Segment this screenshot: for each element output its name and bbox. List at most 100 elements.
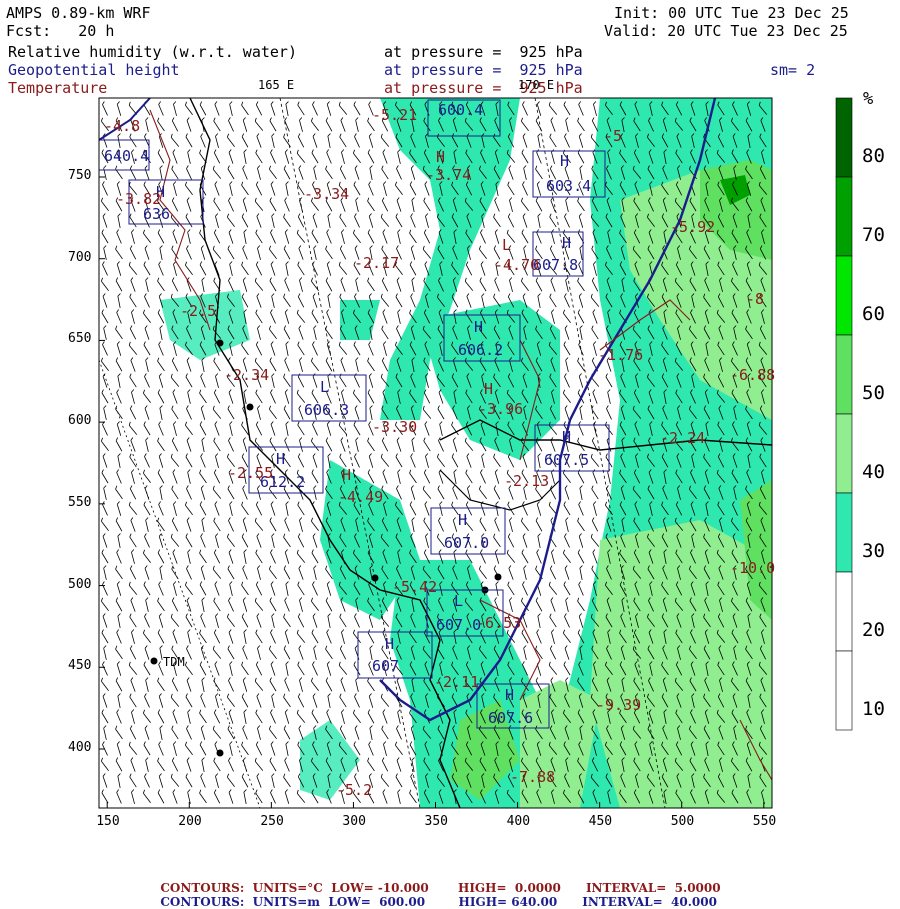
field-height-name: Geopotential height (8, 61, 180, 79)
temp-label: -2.11 (434, 673, 479, 691)
height-center-label: H (560, 152, 569, 170)
height-center-value: 607.0 (444, 534, 489, 552)
temp-label: -5.21 (372, 106, 417, 124)
temp-label: -1.76 (598, 346, 643, 364)
height-center-value: 607.8 (533, 256, 578, 274)
y-tick-label: 600 (68, 414, 91, 428)
temp-label: -3.82 (116, 190, 161, 208)
height-center-value: 606.2 (458, 341, 503, 359)
colorbar-unit: % (863, 90, 873, 108)
colorbar-segment (836, 256, 852, 335)
field-rh-name: Relative humidity (w.r.t. water) (8, 43, 297, 61)
temp-label: -9.39 (596, 696, 641, 714)
field-temp-name: Temperature (8, 79, 107, 97)
y-tick-label: 750 (68, 169, 91, 183)
colorbar-segment (836, 98, 852, 177)
x-tick-label: 300 (342, 815, 365, 829)
temp-label: H (342, 466, 351, 484)
x-tick-label: 450 (589, 815, 612, 829)
temp-label: -5.42 (392, 578, 437, 596)
temp-label: -10.0 (730, 559, 775, 577)
y-tick-label: 550 (68, 496, 91, 510)
y-tick-label: 400 (68, 741, 91, 755)
map-plot-area (99, 98, 772, 808)
colorbar-segment (836, 414, 852, 493)
temp-label: H (436, 148, 445, 166)
y-tick-label: 500 (68, 578, 91, 592)
x-tick-label: 350 (425, 815, 448, 829)
colorbar-label: 20 (862, 621, 885, 639)
y-tick-label: 450 (68, 659, 91, 673)
temp-label: -5.2 (336, 781, 372, 799)
station-label-tdm: TDM (163, 655, 185, 669)
temp-label: -4.8 (104, 117, 140, 135)
temp-label: -2.24 (660, 429, 705, 447)
temp-label: -4.70 (494, 256, 539, 274)
colorbar-segment (836, 493, 852, 572)
temp-label: -2.17 (354, 254, 399, 272)
colorbar-label: 30 (862, 542, 885, 560)
temp-label: H (484, 380, 493, 398)
height-center-label: H (474, 318, 483, 336)
temp-label: -5 (604, 127, 622, 145)
height-center-value: 640.4 (104, 147, 149, 165)
valid-time: Valid: 20 UTC Tue 23 Dec 25 (604, 22, 848, 40)
colorbar-label: 10 (862, 700, 885, 718)
height-center-value: 607.5 (544, 451, 589, 469)
temp-label: -7.88 (510, 768, 555, 786)
height-center-value: 607.6 (488, 709, 533, 727)
height-center-label: H (385, 635, 394, 653)
height-center-value: 607.0 (436, 616, 481, 634)
init-time: Init: 00 UTC Tue 23 Dec 25 (614, 4, 849, 22)
field-height-level: at pressure = 925 hPa (384, 61, 583, 79)
x-tick-label: 150 (96, 815, 119, 829)
height-center-label: L (454, 592, 463, 610)
colorbar-label: 80 (862, 147, 885, 165)
weather-map-svg (0, 0, 900, 900)
temp-label: -5.92 (670, 218, 715, 236)
colorbar-label: 40 (862, 463, 885, 481)
field-rh-level: at pressure = 925 hPa (384, 43, 583, 61)
temp-label: -6.53 (476, 614, 521, 632)
colorbar (836, 98, 852, 730)
colorbar-label: 70 (862, 226, 885, 244)
height-center-label: H (458, 511, 467, 529)
height-center-value: 606.3 (304, 401, 349, 419)
temp-label: -8 (746, 290, 764, 308)
temp-label: L (502, 236, 511, 254)
x-tick-label: 250 (260, 815, 283, 829)
temp-label: -2.34 (224, 366, 269, 384)
temp-label: -2.55 (228, 464, 273, 482)
colorbar-label: 50 (862, 384, 885, 402)
meridian-label-170e: 170 E (518, 78, 554, 92)
temp-label: -6.88 (730, 366, 775, 384)
x-tick-label: 400 (507, 815, 530, 829)
smoothing-label: sm= 2 (770, 61, 815, 79)
temp-label: -3.96 (478, 400, 523, 418)
temp-label: -4.49 (338, 488, 383, 506)
temp-label: -3.74 (426, 166, 471, 184)
colorbar-segment (836, 335, 852, 414)
height-center-label: 600.4 (438, 101, 483, 119)
x-tick-label: 200 (178, 815, 201, 829)
height-center-value: 603.4 (546, 177, 591, 195)
temp-label: -3.34 (304, 185, 349, 203)
colorbar-segment (836, 572, 852, 651)
forecast-hour: Fcst: 20 h (6, 22, 114, 40)
model-title: AMPS 0.89-km WRF (6, 4, 151, 22)
x-tick-label: 500 (671, 815, 694, 829)
footer-height-contours: CONTOURS: UNITS=m LOW= 600.00 HIGH= 640.… (152, 881, 717, 909)
y-tick-label: 700 (68, 251, 91, 265)
colorbar-label: 60 (862, 305, 885, 323)
height-center-label: H (505, 686, 514, 704)
height-center-label: H (276, 450, 285, 468)
y-tick-label: 650 (68, 332, 91, 346)
temp-label: -2.5 (180, 302, 216, 320)
height-center-label: L (320, 378, 329, 396)
colorbar-segment (836, 177, 852, 256)
temp-label: -2.13 (504, 472, 549, 490)
height-center-value: 607 (372, 657, 399, 675)
meridian-label-165e: 165 E (258, 78, 294, 92)
height-center-label: H (562, 428, 571, 446)
temp-label: -3.30 (372, 418, 417, 436)
